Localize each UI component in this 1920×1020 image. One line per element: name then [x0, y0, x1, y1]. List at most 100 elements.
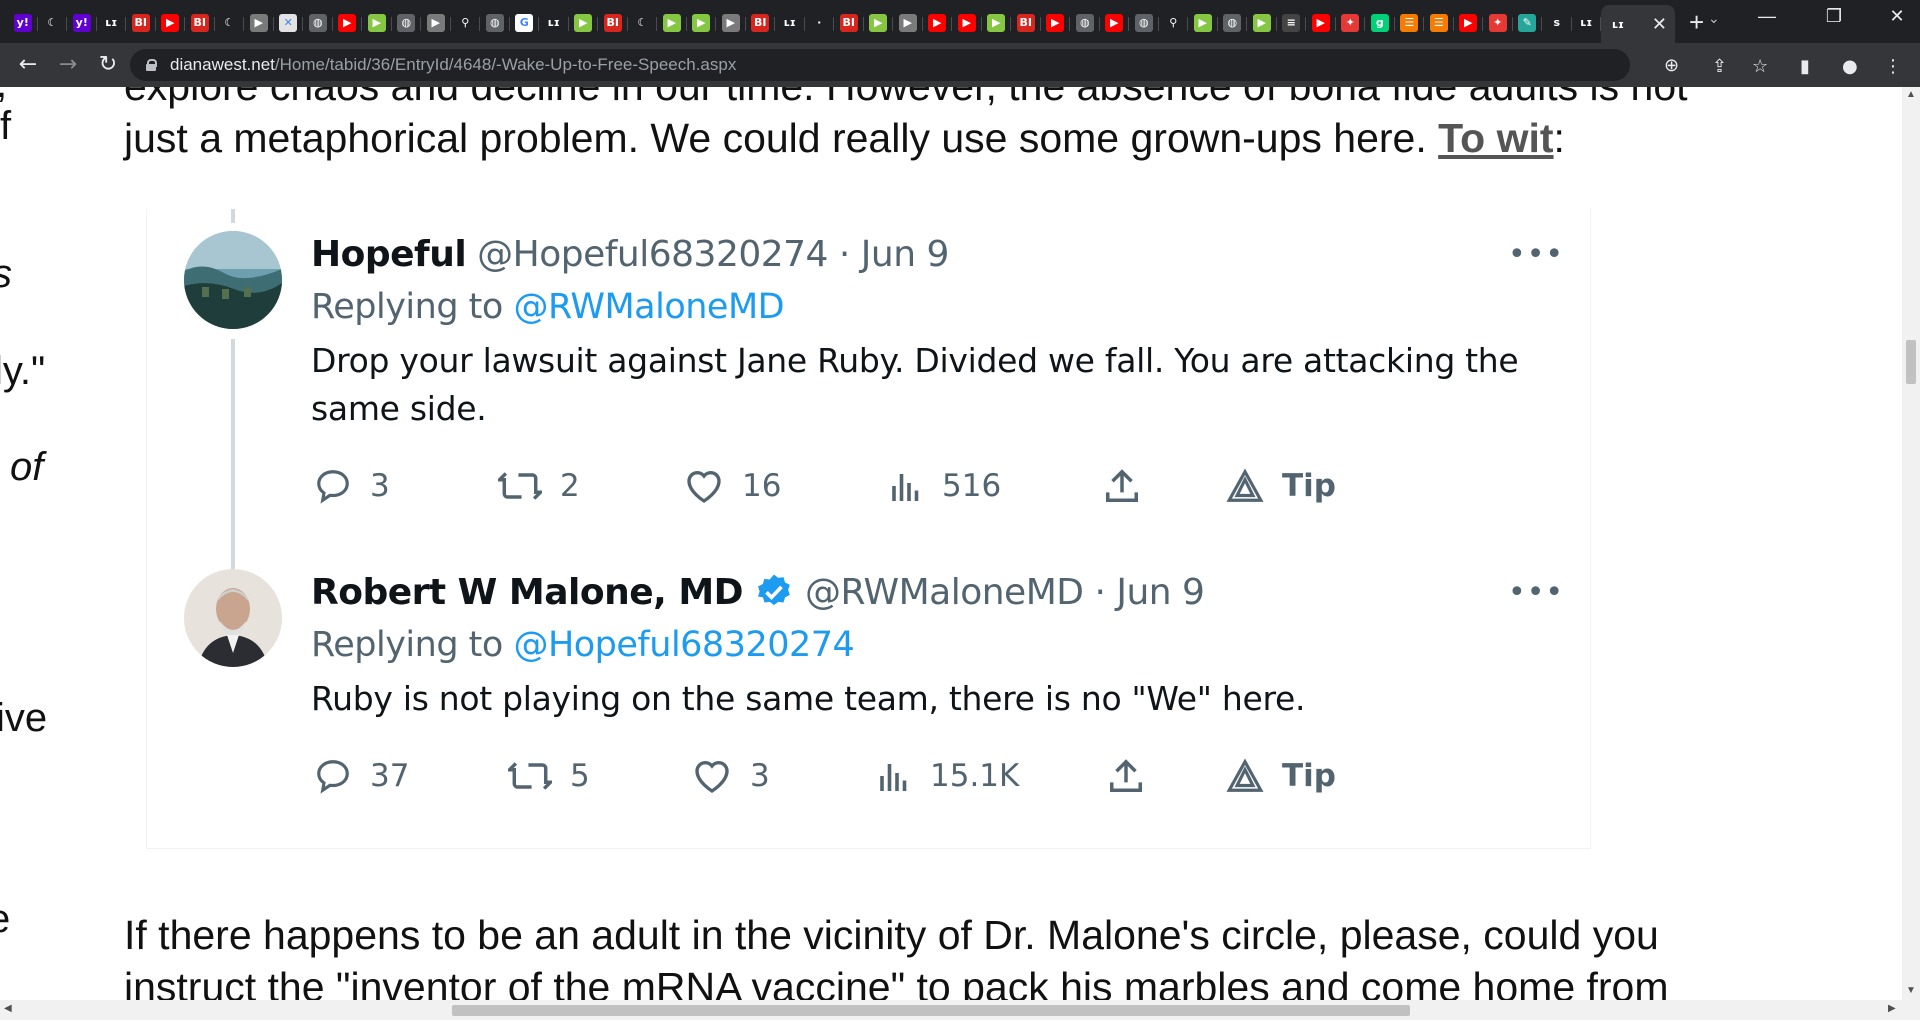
- browser-tab[interactable]: ☾: [38, 7, 68, 39]
- horizontal-scrollbar[interactable]: ◀ ▶: [0, 1000, 1920, 1020]
- browser-tab[interactable]: ◍: [480, 7, 510, 39]
- scroll-up-arrow-icon[interactable]: ▲: [1906, 89, 1916, 100]
- browser-tab[interactable]: ◍: [392, 7, 422, 39]
- browser-tab[interactable]: ◍: [1129, 7, 1159, 39]
- browser-tab[interactable]: ▶: [333, 7, 363, 39]
- zoom-icon[interactable]: ⊕: [1664, 55, 1679, 76]
- browser-tab[interactable]: ▶: [1454, 7, 1484, 39]
- browser-tab[interactable]: BI: [1011, 7, 1041, 39]
- menu-icon[interactable]: ⋮: [1884, 56, 1902, 77]
- tab-close-icon[interactable]: ✕: [1652, 15, 1667, 33]
- horizontal-scroll-thumb[interactable]: [452, 1005, 1410, 1016]
- author-handle[interactable]: @RWMaloneMD: [805, 572, 1084, 613]
- browser-tab[interactable]: ⚲: [451, 7, 481, 39]
- browser-tab[interactable]: ▶: [952, 7, 982, 39]
- browser-tab[interactable]: BI: [834, 7, 864, 39]
- browser-tab[interactable]: ▶: [687, 7, 717, 39]
- browser-tab[interactable]: ◍: [303, 7, 333, 39]
- reload-button[interactable]: ↻: [94, 51, 122, 79]
- vertical-scroll-thumb[interactable]: [1906, 340, 1916, 384]
- like-action[interactable]: 3: [692, 757, 770, 795]
- browser-tab[interactable]: ▶: [1041, 7, 1071, 39]
- tip-action[interactable]: Tip: [1226, 757, 1336, 795]
- browser-tab[interactable]: ʟɪ: [539, 7, 569, 39]
- browser-tab[interactable]: ·: [805, 7, 835, 39]
- browser-tab[interactable]: ⚲: [1159, 7, 1189, 39]
- to-wit-link[interactable]: To wit: [1438, 115, 1553, 161]
- browser-tab[interactable]: ✕: [274, 7, 304, 39]
- bookmark-star-icon[interactable]: ☆: [1752, 56, 1768, 77]
- active-tab[interactable]: ʟɪ ✕: [1601, 5, 1675, 43]
- sidepanel-icon[interactable]: ▮: [1800, 56, 1810, 77]
- scroll-down-arrow-icon[interactable]: ▼: [1906, 985, 1916, 996]
- browser-tab[interactable]: BI: [126, 7, 156, 39]
- browser-tab[interactable]: ✦: [1336, 7, 1366, 39]
- browser-tab[interactable]: ✎: [1513, 7, 1543, 39]
- browser-tab[interactable]: ☾: [628, 7, 658, 39]
- minimize-button[interactable]: —: [1744, 6, 1790, 27]
- forward-button[interactable]: →: [54, 51, 82, 79]
- browser-tab[interactable]: ◍: [1218, 7, 1248, 39]
- browser-tab[interactable]: BI: [598, 7, 628, 39]
- browser-tab[interactable]: ▶: [156, 7, 186, 39]
- browser-tab[interactable]: BI: [185, 7, 215, 39]
- replying-to-link[interactable]: @Hopeful68320274: [513, 625, 854, 665]
- browser-tab[interactable]: ▶: [1100, 7, 1130, 39]
- browser-tab[interactable]: ʟɪ: [97, 7, 127, 39]
- browser-tab[interactable]: ▶: [893, 7, 923, 39]
- author-handle[interactable]: @Hopeful68320274: [477, 234, 828, 275]
- browser-tab[interactable]: ✦: [1483, 7, 1513, 39]
- browser-tab[interactable]: ▶: [982, 7, 1012, 39]
- browser-tab[interactable]: s: [1542, 7, 1572, 39]
- browser-tab[interactable]: ʟɪ: [775, 7, 805, 39]
- more-options-icon[interactable]: •••: [1508, 237, 1564, 272]
- browser-tab[interactable]: ▶: [657, 7, 687, 39]
- lock-icon[interactable]: [146, 59, 157, 71]
- vertical-scrollbar[interactable]: ▲ ▼: [1902, 87, 1920, 1000]
- browser-tab[interactable]: ▶: [1306, 7, 1336, 39]
- share-icon[interactable]: ⇪: [1712, 56, 1727, 77]
- browser-tab[interactable]: ▶: [244, 7, 274, 39]
- browser-tab[interactable]: ▶: [1188, 7, 1218, 39]
- browser-tab[interactable]: ▶: [1247, 7, 1277, 39]
- scroll-right-arrow-icon[interactable]: ▶: [1888, 1003, 1896, 1014]
- browser-tab[interactable]: G: [510, 7, 540, 39]
- share-action[interactable]: [1106, 757, 1164, 795]
- browser-tab[interactable]: ≡: [1277, 7, 1307, 39]
- browser-tab[interactable]: BI: [746, 7, 776, 39]
- avatar-hopeful[interactable]: [184, 231, 282, 329]
- browser-tab[interactable]: ▶: [923, 7, 953, 39]
- browser-tab[interactable]: ʟɪ: [1572, 7, 1602, 39]
- back-button[interactable]: ←: [14, 51, 42, 79]
- author-name[interactable]: Hopeful: [311, 234, 467, 275]
- profile-icon[interactable]: ●: [1842, 56, 1858, 77]
- browser-tab[interactable]: ▶: [421, 7, 451, 39]
- share-action[interactable]: [1102, 467, 1160, 505]
- more-options-icon[interactable]: •••: [1508, 575, 1564, 610]
- browser-tab[interactable]: ▶: [569, 7, 599, 39]
- replying-to-link[interactable]: @RWMaloneMD: [513, 287, 784, 327]
- tip-action[interactable]: Tip: [1226, 467, 1336, 505]
- browser-tab[interactable]: ◍: [1070, 7, 1100, 39]
- browser-tab[interactable]: ▶: [716, 7, 746, 39]
- author-name[interactable]: Robert W Malone, MD: [311, 572, 744, 613]
- retweet-action[interactable]: 5: [508, 757, 590, 795]
- views-action[interactable]: 15.1K: [876, 757, 1019, 795]
- browser-tab[interactable]: y!: [8, 7, 38, 39]
- browser-tab[interactable]: ☾: [215, 7, 245, 39]
- restore-button[interactable]: ❐: [1811, 6, 1857, 27]
- tweet-date[interactable]: · Jun 9: [839, 234, 949, 275]
- window-close-button[interactable]: ✕: [1874, 6, 1920, 27]
- browser-tab[interactable]: y!: [67, 7, 97, 39]
- reply-action[interactable]: 3: [314, 467, 390, 505]
- avatar-malone[interactable]: [184, 569, 282, 667]
- address-bar[interactable]: dianawest.net/Home/tabid/36/EntryId/4648…: [130, 49, 1679, 81]
- browser-tab[interactable]: ☰: [1395, 7, 1425, 39]
- tweet-date[interactable]: · Jun 9: [1094, 572, 1204, 613]
- browser-tab[interactable]: ☰: [1424, 7, 1454, 39]
- browser-tab[interactable]: ▶: [362, 7, 392, 39]
- browser-tab[interactable]: ▶: [864, 7, 894, 39]
- new-tab-button[interactable]: +: [1689, 9, 1704, 35]
- reply-action[interactable]: 37: [314, 757, 409, 795]
- scroll-left-arrow-icon[interactable]: ◀: [4, 1003, 12, 1014]
